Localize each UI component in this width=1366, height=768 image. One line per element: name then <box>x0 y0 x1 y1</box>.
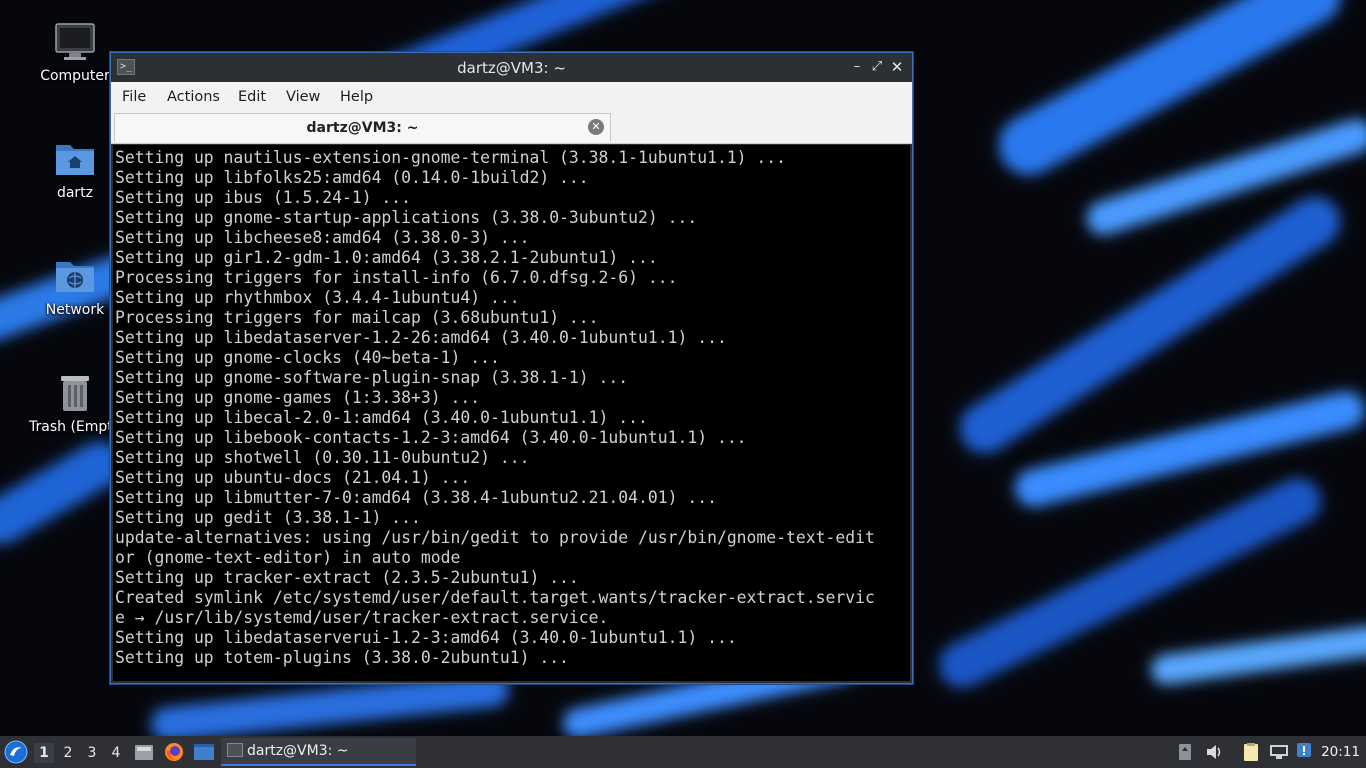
terminal-line: Setting up gnome-games (1:3.38+3) ... <box>115 388 481 407</box>
menu-view[interactable]: View <box>286 89 320 105</box>
usb-icon <box>1179 744 1191 760</box>
terminal-line: Setting up libfolks25:amd64 (0.14.0-1bui… <box>115 168 589 187</box>
desktop-icon-label: Computer <box>40 68 110 84</box>
terminal-line: Setting up ibus (1.5.24-1) ... <box>115 188 412 207</box>
terminal-line: Setting up ubuntu-docs (21.04.1) ... <box>115 468 471 487</box>
terminal-line: Setting up nautilus-extension-gnome-term… <box>115 148 787 167</box>
wired-network-icon <box>1270 745 1288 759</box>
terminal-line: Setting up shotwell (0.30.11-0ubuntu2) .… <box>115 448 530 467</box>
show-desktop-button[interactable] <box>193 743 215 761</box>
terminal-output: Setting up nautilus-extension-gnome-term… <box>113 145 910 668</box>
workspace-3[interactable]: 3 <box>82 743 102 763</box>
terminal-line: Setting up gnome-startup-applications (3… <box>115 208 698 227</box>
terminal-line: Setting up gnome-software-plugin-snap (3… <box>115 368 629 387</box>
maximize-icon[interactable]: ⤢ <box>868 57 886 77</box>
menu-file[interactable]: File <box>122 89 146 105</box>
desktop-icon-trash[interactable]: Trash (Empty) <box>29 373 121 435</box>
terminal-line: Setting up rhythmbox (3.4.4-1ubuntu4) ..… <box>115 288 520 307</box>
taskbar-task-label: dartz@VM3: ~ <box>247 743 349 759</box>
workspace-2[interactable]: 2 <box>58 743 78 763</box>
taskbar: 1 2 3 4 dartz@VM3: ~ 20:11 <box>0 736 1366 768</box>
tab-label: dartz@VM3: ~ <box>306 120 419 136</box>
desktop-icon <box>194 744 214 760</box>
terminal-line: Setting up gir1.2-gdm-1.0:amd64 (3.38.2.… <box>115 248 658 267</box>
menu-edit[interactable]: Edit <box>238 89 266 105</box>
terminal-output-area[interactable]: Setting up nautilus-extension-gnome-term… <box>113 145 910 681</box>
menu-bar: File Actions Edit View Help <box>111 82 912 112</box>
notification-icon <box>1297 743 1311 757</box>
close-icon[interactable]: ✕ <box>888 57 906 77</box>
terminal-line: Setting up tracker-extract (2.3.5-2ubunt… <box>115 568 579 587</box>
workspace-4[interactable]: 4 <box>106 743 126 763</box>
tab-close-icon[interactable]: ✕ <box>588 119 604 135</box>
clipboard-icon[interactable] <box>1241 742 1261 762</box>
tab-terminal[interactable]: dartz@VM3: ~ ✕ <box>114 113 611 142</box>
menu-help[interactable]: Help <box>340 89 373 105</box>
menu-actions[interactable]: Actions <box>167 89 220 105</box>
terminal-line: update-alternatives: using /usr/bin/gedi… <box>115 528 875 547</box>
lubuntu-logo-icon <box>4 740 28 764</box>
terminal-line: Setting up totem-plugins (3.38.0-2ubuntu… <box>115 648 569 667</box>
desktop-icon-label: Trash (Empty) <box>29 419 111 435</box>
desktop-icon-network[interactable]: Network <box>29 256 121 318</box>
wallpaper-streak <box>1149 623 1366 687</box>
network-status-icon[interactable] <box>1268 743 1290 761</box>
minimize-icon[interactable]: – <box>848 57 866 77</box>
terminal-line: Setting up libebook-contacts-1.2-3:amd64… <box>115 428 747 447</box>
terminal-line: e → /usr/lib/systemd/user/tracker-extrac… <box>115 608 609 627</box>
file-manager-icon <box>135 745 153 760</box>
tab-bar: dartz@VM3: ~ ✕ <box>111 112 912 144</box>
computer-icon <box>55 23 95 60</box>
terminal-line: Processing triggers for install-info (6.… <box>115 268 678 287</box>
desktop-icon-computer[interactable]: Computer <box>29 22 121 84</box>
taskbar-task-terminal[interactable]: dartz@VM3: ~ <box>221 738 416 766</box>
terminal-line: Setting up libedataserver-1.2-26:amd64 (… <box>115 328 727 347</box>
terminal-line: Setting up gedit (3.38.1-1) ... <box>115 508 421 527</box>
notes-icon <box>1244 743 1258 761</box>
desktop-icon-label: Network <box>45 302 105 318</box>
clock[interactable]: 20:11 <box>1321 744 1360 760</box>
update-notifier-icon[interactable] <box>1296 742 1312 760</box>
desktop-wallpaper: Computer dartz Network Trash (Empty) <box>0 0 1366 736</box>
terminal-line: Setting up libmutter-7-0:amd64 (3.38.4-1… <box>115 488 717 507</box>
terminal-line: Processing triggers for mailcap (3.68ubu… <box>115 308 599 327</box>
desktop-icon-home-folder[interactable]: dartz <box>29 139 121 201</box>
window-titlebar[interactable]: >_ dartz@VM3: ~ – ⤢ ✕ <box>111 53 912 82</box>
terminal-line: or (gnome-text-editor) in auto mode <box>115 548 461 567</box>
volume-icon[interactable] <box>1205 743 1225 761</box>
desktop-icon-label: dartz <box>56 185 94 201</box>
network-icon <box>56 262 94 292</box>
terminal-task-icon <box>227 743 243 757</box>
start-menu-button[interactable] <box>4 740 28 764</box>
window-title: dartz@VM3: ~ <box>457 59 566 77</box>
terminal-line: Setting up libcheese8:amd64 (3.38.0-3) .… <box>115 228 530 247</box>
terminal-line: Created symlink /etc/systemd/user/defaul… <box>115 588 875 607</box>
speaker-icon <box>1207 745 1221 759</box>
firefox-icon <box>165 743 183 761</box>
terminal-window[interactable]: >_ dartz@VM3: ~ – ⤢ ✕ File Actions Edit … <box>110 52 913 684</box>
trash-icon <box>61 376 89 411</box>
workspace-1[interactable]: 1 <box>34 743 54 763</box>
terminal-line: Setting up libedataserverui-1.2-3:amd64 … <box>115 628 737 647</box>
firefox-launcher[interactable] <box>164 742 184 762</box>
removable-media-icon[interactable] <box>1178 743 1192 761</box>
terminal-line: Setting up gnome-clocks (40~beta-1) ... <box>115 348 500 367</box>
file-manager-launcher[interactable] <box>134 742 154 762</box>
home-folder-icon <box>56 145 94 175</box>
terminal-line: Setting up libecal-2.0-1:amd64 (3.40.0-1… <box>115 408 648 427</box>
